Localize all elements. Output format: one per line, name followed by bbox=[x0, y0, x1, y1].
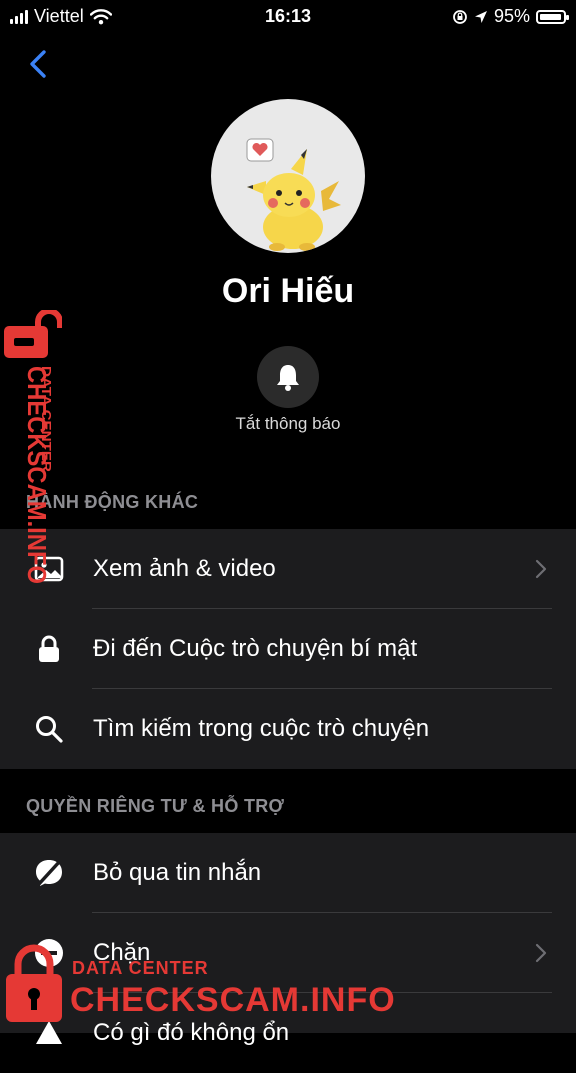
ignore-icon bbox=[32, 856, 66, 890]
chevron-right-icon bbox=[535, 559, 547, 579]
report-label: Có gì đó không ổn bbox=[93, 1019, 290, 1046]
pikachu-avatar bbox=[246, 138, 341, 251]
more-actions-group: Xem ảnh & video Đi đến Cuộc trò chuyện b… bbox=[0, 529, 576, 769]
search-conversation-label: Tìm kiếm trong cuộc trò chuyện bbox=[93, 715, 430, 742]
ignore-messages-row[interactable]: Bỏ qua tin nhắn bbox=[0, 833, 576, 913]
battery-percent: 95% bbox=[493, 6, 530, 26]
profile-name: Ori Hiếu bbox=[221, 272, 355, 310]
search-icon bbox=[32, 712, 66, 746]
location-icon bbox=[474, 10, 487, 23]
watermark-vertical-data-center: DATA CENTER bbox=[39, 366, 54, 473]
secret-conversation-row[interactable]: Đi đến Cuộc trò chuyện bí mật bbox=[0, 609, 576, 689]
chevron-right-icon bbox=[535, 943, 547, 963]
watermark-lock-icon bbox=[4, 310, 62, 358]
view-media-row[interactable]: Xem ảnh & video bbox=[0, 529, 576, 609]
ignore-messages-label: Bỏ qua tin nhắn bbox=[93, 859, 262, 886]
view-media-label: Xem ảnh & video bbox=[93, 555, 276, 582]
rotation-lock-icon bbox=[453, 9, 467, 24]
avatar[interactable] bbox=[211, 99, 365, 253]
chevron-left-icon bbox=[30, 50, 46, 78]
watermark-lock-large-icon bbox=[6, 944, 62, 1022]
section-header-privacy-support: QUYỀN RIÊNG TƯ & HỖ TRỢ bbox=[26, 796, 285, 816]
mute-notifications-label: Tắt thông báo bbox=[235, 414, 341, 433]
battery-level bbox=[540, 13, 561, 20]
watermark-checkscam: CHECKSCAM.INFO bbox=[70, 981, 396, 1019]
status-right: 95% bbox=[452, 6, 569, 27]
secret-conversation-label: Đi đến Cuộc trò chuyện bí mật bbox=[93, 635, 418, 662]
watermark-vertical-text: CHECKSCAM.INFO DATA CENTER bbox=[22, 366, 54, 584]
mute-notifications-button[interactable] bbox=[257, 346, 319, 408]
watermark-data-center: DATA CENTER bbox=[72, 958, 209, 978]
search-conversation-row[interactable]: Tìm kiếm trong cuộc trò chuyện bbox=[0, 689, 576, 769]
status-bar: Viettel 16:13 95% bbox=[0, 0, 576, 34]
lock-icon bbox=[32, 632, 66, 666]
back-button[interactable] bbox=[22, 44, 58, 84]
bell-icon bbox=[277, 365, 299, 391]
battery-icon bbox=[536, 9, 569, 24]
